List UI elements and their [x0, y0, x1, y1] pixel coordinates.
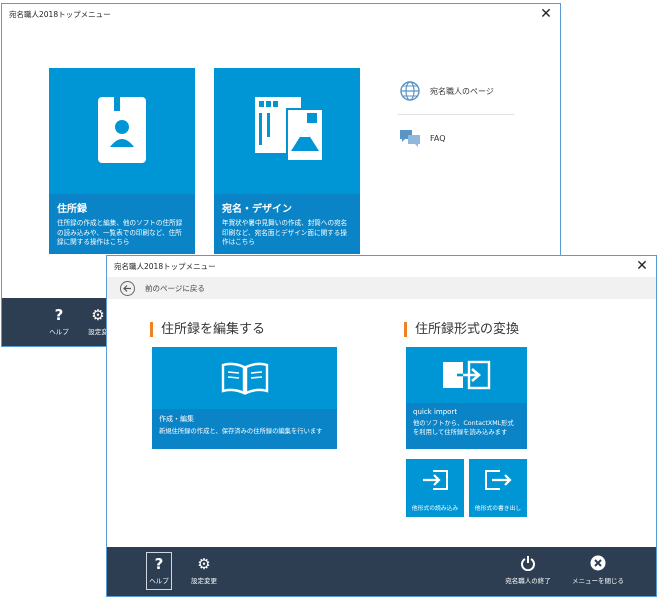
- chat-icon: [398, 126, 422, 150]
- tile-description: 新規住所録の作成と、保存済みの住所録の編集を行います: [159, 428, 323, 435]
- close-menu-label: メニューを閉じる: [572, 577, 624, 585]
- gear-icon: ⚙: [197, 555, 211, 573]
- quick-import-tile[interactable]: quick import 他のソフトから、ContactXML形式を利用して住所…: [406, 347, 527, 449]
- back-arrow-icon: [123, 285, 131, 292]
- close-circle-icon: [568, 555, 628, 573]
- help-icon: ?: [154, 555, 164, 573]
- open-book-icon: [221, 362, 268, 395]
- tile-caption: 宛名・デザイン 年賀状や暑中見舞いの作成、封筒への宛名印刷など、宛名面とデザイン…: [214, 194, 360, 254]
- tile-title: quick import: [413, 408, 458, 416]
- back-label[interactable]: 前のページに戻る: [145, 283, 205, 294]
- tile-title: 作成・編集: [159, 415, 194, 423]
- titlebar: 宛名職人2018トップメニュー ✕: [107, 256, 656, 278]
- close-menu-button[interactable]: メニューを閉じる: [568, 555, 628, 585]
- footer-bar: ? ヘルプ ⚙ 設定変更 宛名職人の終了 メニューを閉じる: [107, 547, 656, 596]
- settings-button[interactable]: ⚙ 設定変更: [187, 555, 221, 585]
- quit-app-button[interactable]: 宛名職人の終了: [502, 555, 554, 585]
- tile-caption: 作成・編集 新規住所録の作成と、保存済みの住所録の編集を行います: [152, 409, 337, 449]
- back-bar: 前のページに戻る: [107, 277, 656, 299]
- export-other-format-tile[interactable]: 他形式の書き出し: [469, 459, 527, 517]
- top-menu-window-address-book: 宛名職人2018トップメニュー ✕ 前のページに戻る 住所録を編集する 住所録形…: [106, 255, 657, 597]
- settings-label: 設定変更: [191, 577, 217, 585]
- import-arrow-icon: [442, 360, 490, 390]
- tile-icon-area: [49, 68, 195, 194]
- link-label: 宛名職人のページ: [430, 86, 494, 96]
- link-label: FAQ: [430, 133, 446, 143]
- help-label: ヘルプ: [149, 577, 169, 585]
- window-title: 宛名職人2018トップメニュー: [114, 262, 216, 271]
- tile-title: 住所録: [57, 204, 87, 215]
- tile-icon-area: [214, 68, 360, 194]
- tile-icon-area: [406, 347, 527, 403]
- tile-description: 他のソフトから、ContactXML形式を利用して住所録を読み込みます: [413, 420, 514, 436]
- tile-description: 年賀状や暑中見舞いの作成、封筒への宛名印刷など、宛名面とデザイン面に関する操作は…: [222, 219, 348, 246]
- close-window-button[interactable]: ✕: [634, 258, 650, 274]
- create-edit-tile[interactable]: 作成・編集 新規住所録の作成と、保存済みの住所録の編集を行います: [152, 347, 337, 449]
- tile-description: 住所録の作成と編集、他のソフトの住所録の読み込みや、一覧表での印刷など、住所録に…: [57, 219, 183, 246]
- import-other-format-tile[interactable]: 他形式の読み込み: [406, 459, 464, 517]
- address-book-tile[interactable]: 住所録 住所録の作成と編集、他のソフトの住所録の読み込みや、一覧表での印刷など、…: [49, 68, 195, 254]
- power-icon: [502, 555, 554, 573]
- export-arrow-icon: [485, 470, 512, 490]
- tile-icon-area: [152, 347, 337, 409]
- import-arrow-icon: [423, 470, 448, 490]
- tile-caption: 住所録 住所録の作成と編集、他のソフトの住所録の読み込みや、一覧表での印刷など、…: [49, 194, 195, 254]
- help-button[interactable]: ? ヘルプ: [147, 555, 171, 585]
- titlebar: 宛名職人2018トップメニュー ✕: [2, 4, 560, 26]
- close-window-button[interactable]: ✕: [538, 6, 554, 22]
- tile-label: 他形式の読み込み: [411, 506, 459, 512]
- back-button[interactable]: [120, 281, 135, 296]
- faq-link[interactable]: FAQ: [398, 123, 514, 153]
- divider: [398, 114, 514, 115]
- address-design-tile[interactable]: 宛名・デザイン 年賀状や暑中見舞いの作成、封筒への宛名印刷など、宛名面とデザイン…: [214, 68, 360, 254]
- tile-icon-area: [469, 463, 527, 497]
- help-icon: ?: [54, 306, 64, 324]
- tile-label: 他形式の書き出し: [474, 506, 522, 512]
- postcard-icon: [255, 97, 324, 162]
- window-title: 宛名職人2018トップメニュー: [9, 10, 111, 19]
- address-book-icon: [98, 97, 146, 163]
- quit-label: 宛名職人の終了: [505, 577, 551, 585]
- atena-shokunin-page-link[interactable]: 宛名職人のページ: [398, 76, 514, 106]
- tile-caption: quick import 他のソフトから、ContactXML形式を利用して住所…: [406, 403, 527, 449]
- section-heading-edit: 住所録を編集する: [150, 322, 265, 337]
- tile-title: 宛名・デザイン: [222, 204, 292, 215]
- section-heading-convert: 住所録形式の変換: [404, 322, 519, 337]
- help-button[interactable]: ? ヘルプ: [46, 306, 72, 336]
- globe-icon: [398, 79, 422, 103]
- tile-icon-area: [406, 463, 464, 497]
- help-label: ヘルプ: [49, 328, 69, 336]
